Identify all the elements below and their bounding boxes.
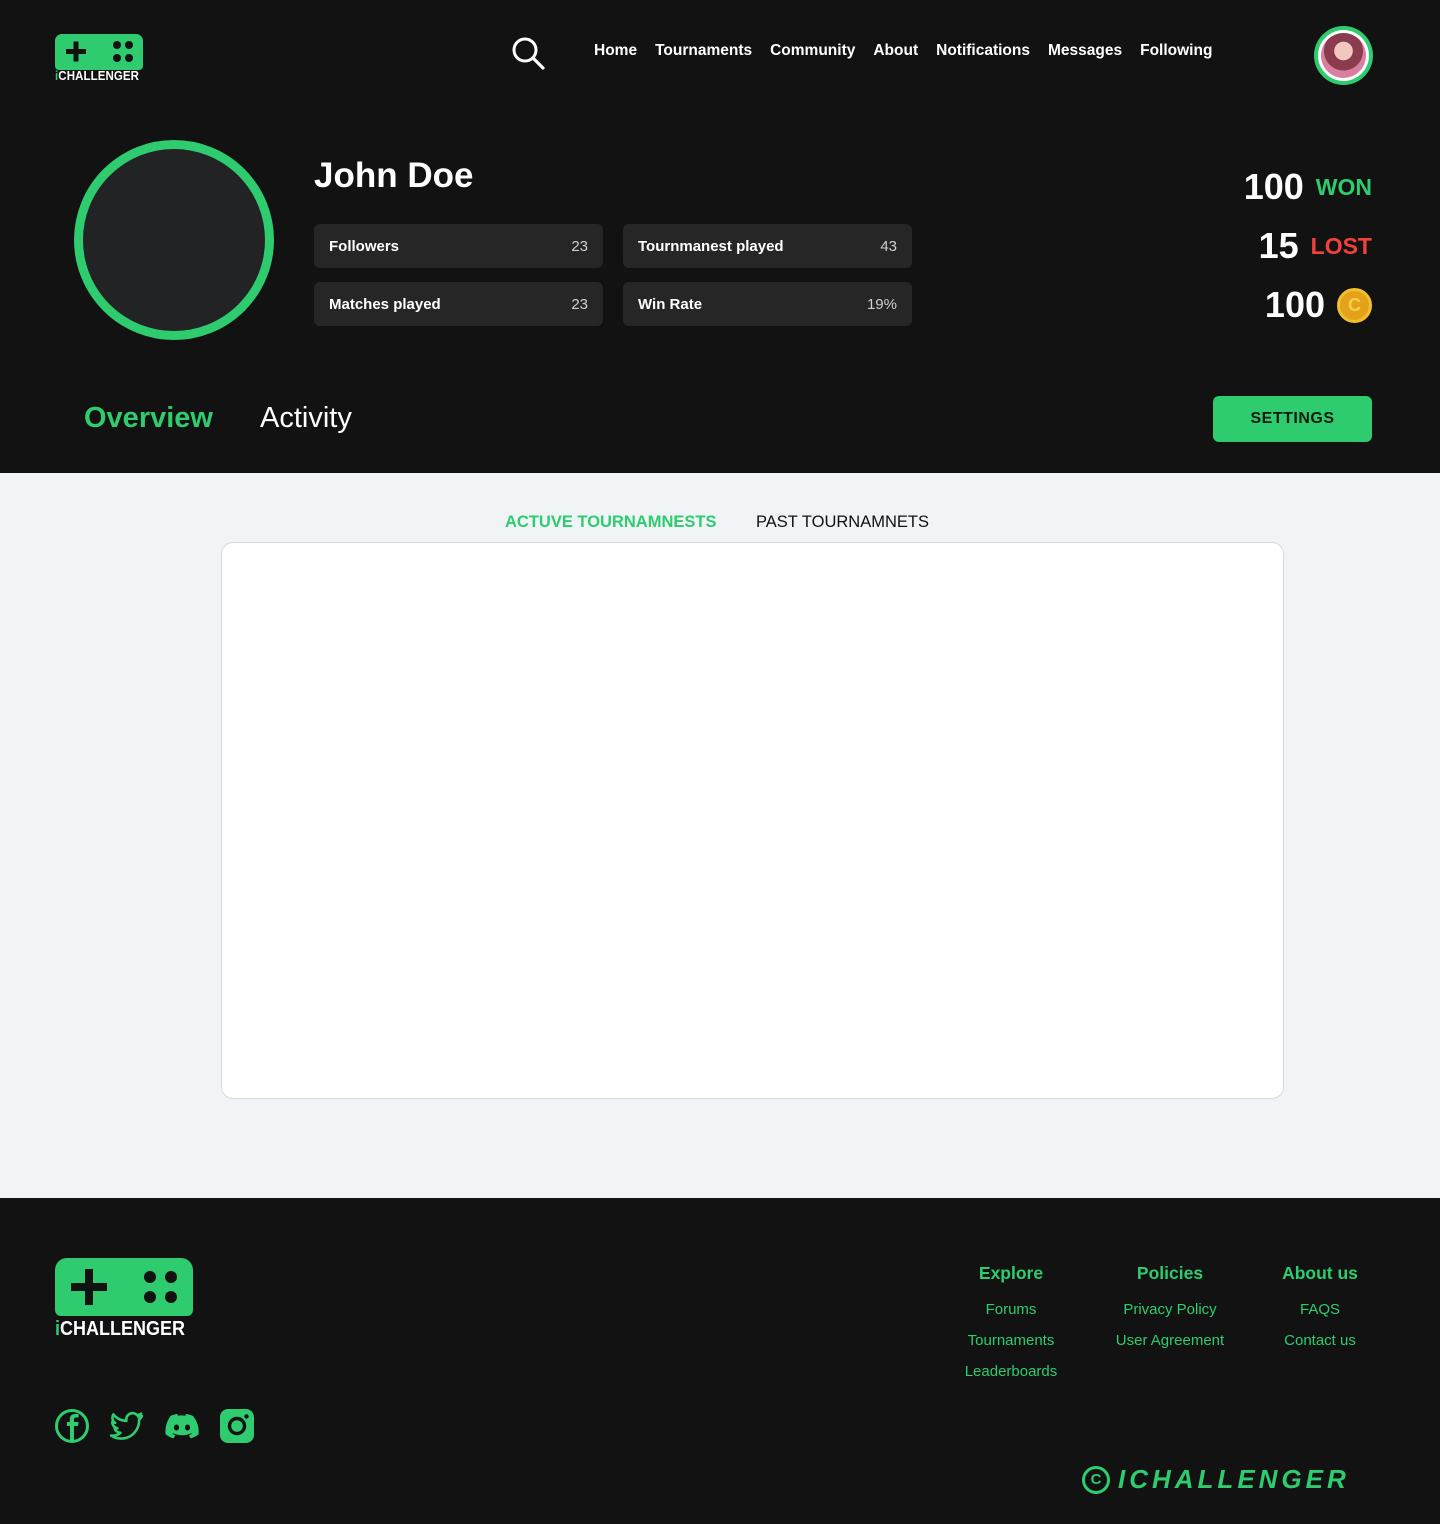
footer-column-about: About us FAQS Contact us bbox=[1270, 1263, 1370, 1363]
footer-link-privacy-policy[interactable]: Privacy Policy bbox=[1110, 1301, 1230, 1318]
nav-notifications[interactable]: Notifications bbox=[936, 42, 1030, 60]
nav-home[interactable]: Home bbox=[594, 42, 637, 60]
lost-record: 15 LOST bbox=[1259, 225, 1372, 267]
stat-matches-played: Matches played 23 bbox=[314, 282, 603, 326]
lost-count: 15 bbox=[1258, 225, 1299, 266]
stat-followers: Followers 23 bbox=[314, 224, 603, 268]
stat-label: Matches played bbox=[329, 295, 441, 313]
gamepad-icon bbox=[55, 34, 143, 70]
stat-win-rate: Win Rate 19% bbox=[623, 282, 912, 326]
tournaments-panel bbox=[221, 542, 1284, 1099]
nav-about[interactable]: About bbox=[873, 42, 918, 60]
footer-link-tournaments[interactable]: Tournaments bbox=[961, 1332, 1061, 1349]
coin-icon: C bbox=[1337, 287, 1372, 323]
profile-header: iCHALLENGER Home Tournaments Community A… bbox=[0, 0, 1440, 473]
facebook-icon[interactable] bbox=[54, 1408, 90, 1444]
nav-tournaments[interactable]: Tournaments bbox=[655, 42, 752, 60]
stat-label: Win Rate bbox=[638, 295, 703, 313]
settings-button[interactable]: SETTINGS bbox=[1213, 396, 1372, 442]
brand-name: iCHALLENGER bbox=[55, 69, 140, 83]
coin-balance: 100 C bbox=[1265, 284, 1372, 326]
stat-label: Followers bbox=[329, 237, 400, 255]
brand-logo[interactable]: iCHALLENGER bbox=[55, 34, 145, 84]
lost-label: LOST bbox=[1310, 232, 1372, 259]
profile-picture bbox=[74, 140, 274, 340]
discord-icon[interactable] bbox=[164, 1408, 200, 1444]
won-record: 100 WON bbox=[1244, 166, 1372, 208]
stat-value: 23 bbox=[571, 237, 588, 255]
footer-link-user-agreement[interactable]: User Agreement bbox=[1110, 1332, 1230, 1349]
nav-community[interactable]: Community bbox=[770, 42, 855, 60]
instagram-icon[interactable] bbox=[219, 1408, 255, 1444]
footer-column-title: Explore bbox=[978, 1263, 1044, 1283]
footer-link-leaderboards[interactable]: Leaderboards bbox=[961, 1363, 1061, 1380]
nav-following[interactable]: Following bbox=[1140, 42, 1212, 60]
footer-link-contact-us[interactable]: Contact us bbox=[1270, 1332, 1370, 1349]
footer-link-forums[interactable]: Forums bbox=[961, 1301, 1061, 1318]
tab-past-tournaments[interactable]: PAST TOURNAMNETS bbox=[756, 513, 929, 532]
nav-messages[interactable]: Messages bbox=[1048, 42, 1122, 60]
search-icon[interactable] bbox=[510, 36, 546, 70]
stat-value: 19% bbox=[866, 295, 897, 313]
twitter-icon[interactable] bbox=[109, 1408, 145, 1444]
user-avatar[interactable] bbox=[1314, 26, 1373, 85]
copyright-brand: ICHALLENGER bbox=[1118, 1464, 1350, 1494]
footer-brand-name: iCHALLENGER bbox=[55, 1318, 186, 1340]
footer-column-explore: Explore Forums Tournaments Leaderboards bbox=[961, 1263, 1061, 1394]
copyright: C ICHALLENGER bbox=[1082, 1464, 1350, 1495]
gamepad-icon bbox=[55, 1258, 193, 1316]
tab-active-tournaments[interactable]: ACTUVE TOURNAMNESTS bbox=[505, 513, 716, 532]
footer-column-title: About us bbox=[1282, 1263, 1358, 1283]
footer-column-policies: Policies Privacy Policy User Agreement bbox=[1110, 1263, 1230, 1363]
coin-count: 100 bbox=[1264, 284, 1325, 325]
footer: iCHALLENGER Explore Forums Tournaments L… bbox=[0, 1198, 1440, 1524]
avatar-image bbox=[1321, 33, 1366, 78]
tab-activity[interactable]: Activity bbox=[260, 402, 352, 435]
stat-label: Tournmanest played bbox=[638, 237, 784, 255]
won-label: WON bbox=[1315, 173, 1372, 200]
stat-value: 43 bbox=[880, 237, 897, 255]
footer-logo[interactable]: iCHALLENGER bbox=[55, 1258, 195, 1348]
profile-name: John Doe bbox=[314, 156, 474, 195]
stat-value: 23 bbox=[571, 295, 588, 313]
tab-overview[interactable]: Overview bbox=[84, 402, 213, 435]
copyright-icon: C bbox=[1082, 1465, 1110, 1494]
footer-column-title: Policies bbox=[1136, 1263, 1204, 1283]
stat-tournaments-played: Tournmanest played 43 bbox=[623, 224, 912, 268]
footer-link-faqs[interactable]: FAQS bbox=[1270, 1301, 1370, 1318]
won-count: 100 bbox=[1243, 166, 1304, 207]
main-nav: Home Tournaments Community About Notific… bbox=[594, 42, 1230, 60]
